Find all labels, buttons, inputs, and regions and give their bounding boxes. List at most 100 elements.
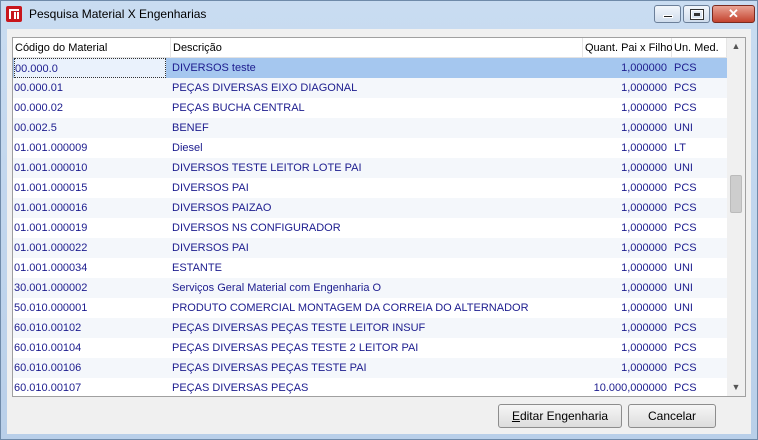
cell-code: 01.001.000019	[14, 222, 88, 234]
cell-quantity: 1,000000	[621, 222, 667, 234]
cell-quantity: 1,000000	[621, 62, 667, 74]
cell-description: Diesel	[172, 142, 203, 154]
cell-unit: PCS	[674, 182, 697, 194]
cell-code: 30.001.000002	[14, 282, 88, 294]
cell-quantity: 1,000000	[621, 182, 667, 194]
dialog-body: Código do Material Descrição Quant. Pai …	[7, 29, 751, 434]
table-row[interactable]: 01.001.000015 DIVERSOS PAI 1,000000 PCS	[13, 178, 727, 198]
dialog-window: Pesquisa Material X Engenharias ✕ Código…	[0, 0, 758, 440]
cell-unit: PCS	[674, 222, 697, 234]
scroll-up-icon[interactable]: ▲	[727, 38, 745, 55]
column-header-description[interactable]: Descrição	[171, 38, 583, 58]
cell-unit: PCS	[674, 342, 697, 354]
cell-code: 01.001.000034	[14, 262, 88, 274]
cell-description: DIVERSOS teste	[172, 62, 256, 74]
minimize-icon	[663, 15, 673, 18]
cell-unit: PCS	[674, 82, 697, 94]
scroll-thumb[interactable]	[730, 175, 742, 214]
cell-quantity: 1,000000	[621, 242, 667, 254]
cancel-button[interactable]: Cancelar	[628, 404, 716, 428]
cell-quantity: 1,000000	[621, 262, 667, 274]
cell-description: PRODUTO COMERCIAL MONTAGEM DA CORREIA DO…	[172, 302, 529, 314]
cell-unit: LT	[674, 142, 687, 154]
cell-code: 00.000.01	[14, 82, 63, 94]
cell-code: 01.001.000015	[14, 182, 88, 194]
cell-unit: PCS	[674, 382, 697, 394]
cell-quantity: 1,000000	[621, 302, 667, 314]
vertical-scrollbar[interactable]: ▲ ▼	[727, 38, 745, 396]
table-row[interactable]: 01.001.000019 DIVERSOS NS CONFIGURADOR 1,0…	[13, 218, 727, 238]
cell-quantity: 10.000,000000	[593, 382, 667, 394]
cell-quantity: 1,000000	[621, 162, 667, 174]
cell-quantity: 1,000000	[621, 322, 667, 334]
cell-unit: UNI	[674, 162, 693, 174]
cell-description: PEÇAS DIVERSAS PEÇAS TESTE PAI	[172, 362, 367, 374]
cell-description: PEÇAS DIVERSAS PEÇAS TESTE LEITOR INSUF	[172, 322, 426, 334]
cell-quantity: 1,000000	[621, 362, 667, 374]
cell-description: DIVERSOS TESTE LEITOR LOTE PAI	[172, 162, 362, 174]
cell-description: DIVERSOS PAIZAO	[172, 202, 272, 214]
cell-code: 00.000.0	[14, 58, 166, 78]
table-row[interactable]: 60.010.00102 PEÇAS DIVERSAS PEÇAS TESTE L…	[13, 318, 727, 338]
table-row[interactable]: 30.001.000002 Serviços Geral Material com…	[13, 278, 727, 298]
table-row[interactable]: 00.002.5 BENEF 1,000000 UNI	[13, 118, 727, 138]
table-row[interactable]: 00.000.0 DIVERSOS teste 1,000000 PCS	[13, 58, 727, 78]
cell-unit: PCS	[674, 322, 697, 334]
table-row[interactable]: 01.001.000016 DIVERSOS PAIZAO 1,000000 PCS	[13, 198, 727, 218]
close-icon: ✕	[728, 6, 739, 21]
cell-code: 01.001.000022	[14, 242, 88, 254]
cell-quantity: 1,000000	[621, 82, 667, 94]
materials-grid[interactable]: Código do Material Descrição Quant. Pai …	[12, 37, 746, 397]
maximize-button[interactable]	[683, 5, 710, 23]
cell-description: DIVERSOS PAI	[172, 242, 249, 254]
cell-description: PEÇAS DIVERSAS EIXO DIAGONAL	[172, 82, 358, 94]
cell-unit: UNI	[674, 262, 693, 274]
table-row[interactable]: 60.010.00107 PEÇAS DIVERSAS PEÇAS 10.000,0…	[13, 378, 727, 396]
table-row[interactable]: 01.001.000009 Diesel 1,000000 LT	[13, 138, 727, 158]
cell-description: Serviços Geral Material com Engenharia O	[172, 282, 382, 294]
cell-quantity: 1,000000	[621, 342, 667, 354]
cell-description: PEÇAS BUCHA CENTRAL	[172, 102, 305, 114]
cell-description: PEÇAS DIVERSAS PEÇAS	[172, 382, 309, 394]
scroll-down-icon[interactable]: ▼	[727, 379, 745, 396]
cell-quantity: 1,000000	[621, 102, 667, 114]
cell-quantity: 1,000000	[621, 122, 667, 134]
table-row[interactable]: 60.010.00104 PEÇAS DIVERSAS PEÇAS TESTE 2…	[13, 338, 727, 358]
cell-unit: PCS	[674, 202, 697, 214]
window-title: Pesquisa Material X Engenharias	[29, 7, 207, 21]
column-header-unit[interactable]: Un. Med.	[672, 38, 727, 58]
cell-code: 60.010.00106	[14, 362, 82, 374]
grid-rows: 00.000.0 DIVERSOS teste 1,000000 PCS 00.000.…	[13, 58, 727, 396]
cell-code: 01.001.000016	[14, 202, 88, 214]
edit-engineering-button[interactable]: Editar Engenharia	[498, 404, 622, 428]
cell-code: 01.001.000009	[14, 142, 88, 154]
cell-code: 60.010.00102	[14, 322, 82, 334]
table-row[interactable]: 01.001.000022 DIVERSOS PAI 1,000000 PCS	[13, 238, 727, 258]
maximize-icon	[690, 9, 704, 20]
cell-unit: PCS	[674, 242, 697, 254]
cell-unit: PCS	[674, 62, 697, 74]
cell-code: 60.010.00107	[14, 382, 82, 394]
cell-unit: UNI	[674, 122, 693, 134]
cell-description: DIVERSOS PAI	[172, 182, 249, 194]
table-row[interactable]: 00.000.02 PEÇAS BUCHA CENTRAL 1,000000 PCS	[13, 98, 727, 118]
column-header-code[interactable]: Código do Material	[13, 38, 171, 58]
close-button[interactable]: ✕	[712, 5, 755, 23]
table-row[interactable]: 60.010.00106 PEÇAS DIVERSAS PEÇAS TESTE P…	[13, 358, 727, 378]
cell-quantity: 1,000000	[621, 282, 667, 294]
table-row[interactable]: 50.010.000001 PRODUTO COMERCIAL MONTAGEM …	[13, 298, 727, 318]
cell-unit: UNI	[674, 302, 693, 314]
edit-mnemonic: E	[511, 409, 520, 423]
column-header-quantity[interactable]: Quant. Pai x Filho	[583, 38, 672, 58]
cell-description: BENEF	[172, 122, 209, 134]
minimize-button[interactable]	[654, 5, 681, 23]
table-row[interactable]: 01.001.000034 ESTANTE 1,000000 UNI	[13, 258, 727, 278]
cell-unit: UNI	[674, 282, 693, 294]
cell-code: 00.002.5	[14, 122, 57, 134]
title-bar[interactable]: Pesquisa Material X Engenharias ✕	[1, 1, 757, 29]
cell-code: 50.010.000001	[14, 302, 88, 314]
grid-header: Código do Material Descrição Quant. Pai …	[13, 38, 727, 58]
table-row[interactable]: 00.000.01 PEÇAS DIVERSAS EIXO DIAGONAL 1,0…	[13, 78, 727, 98]
cell-unit: PCS	[674, 102, 697, 114]
table-row[interactable]: 01.001.000010 DIVERSOS TESTE LEITOR LOTE …	[13, 158, 727, 178]
